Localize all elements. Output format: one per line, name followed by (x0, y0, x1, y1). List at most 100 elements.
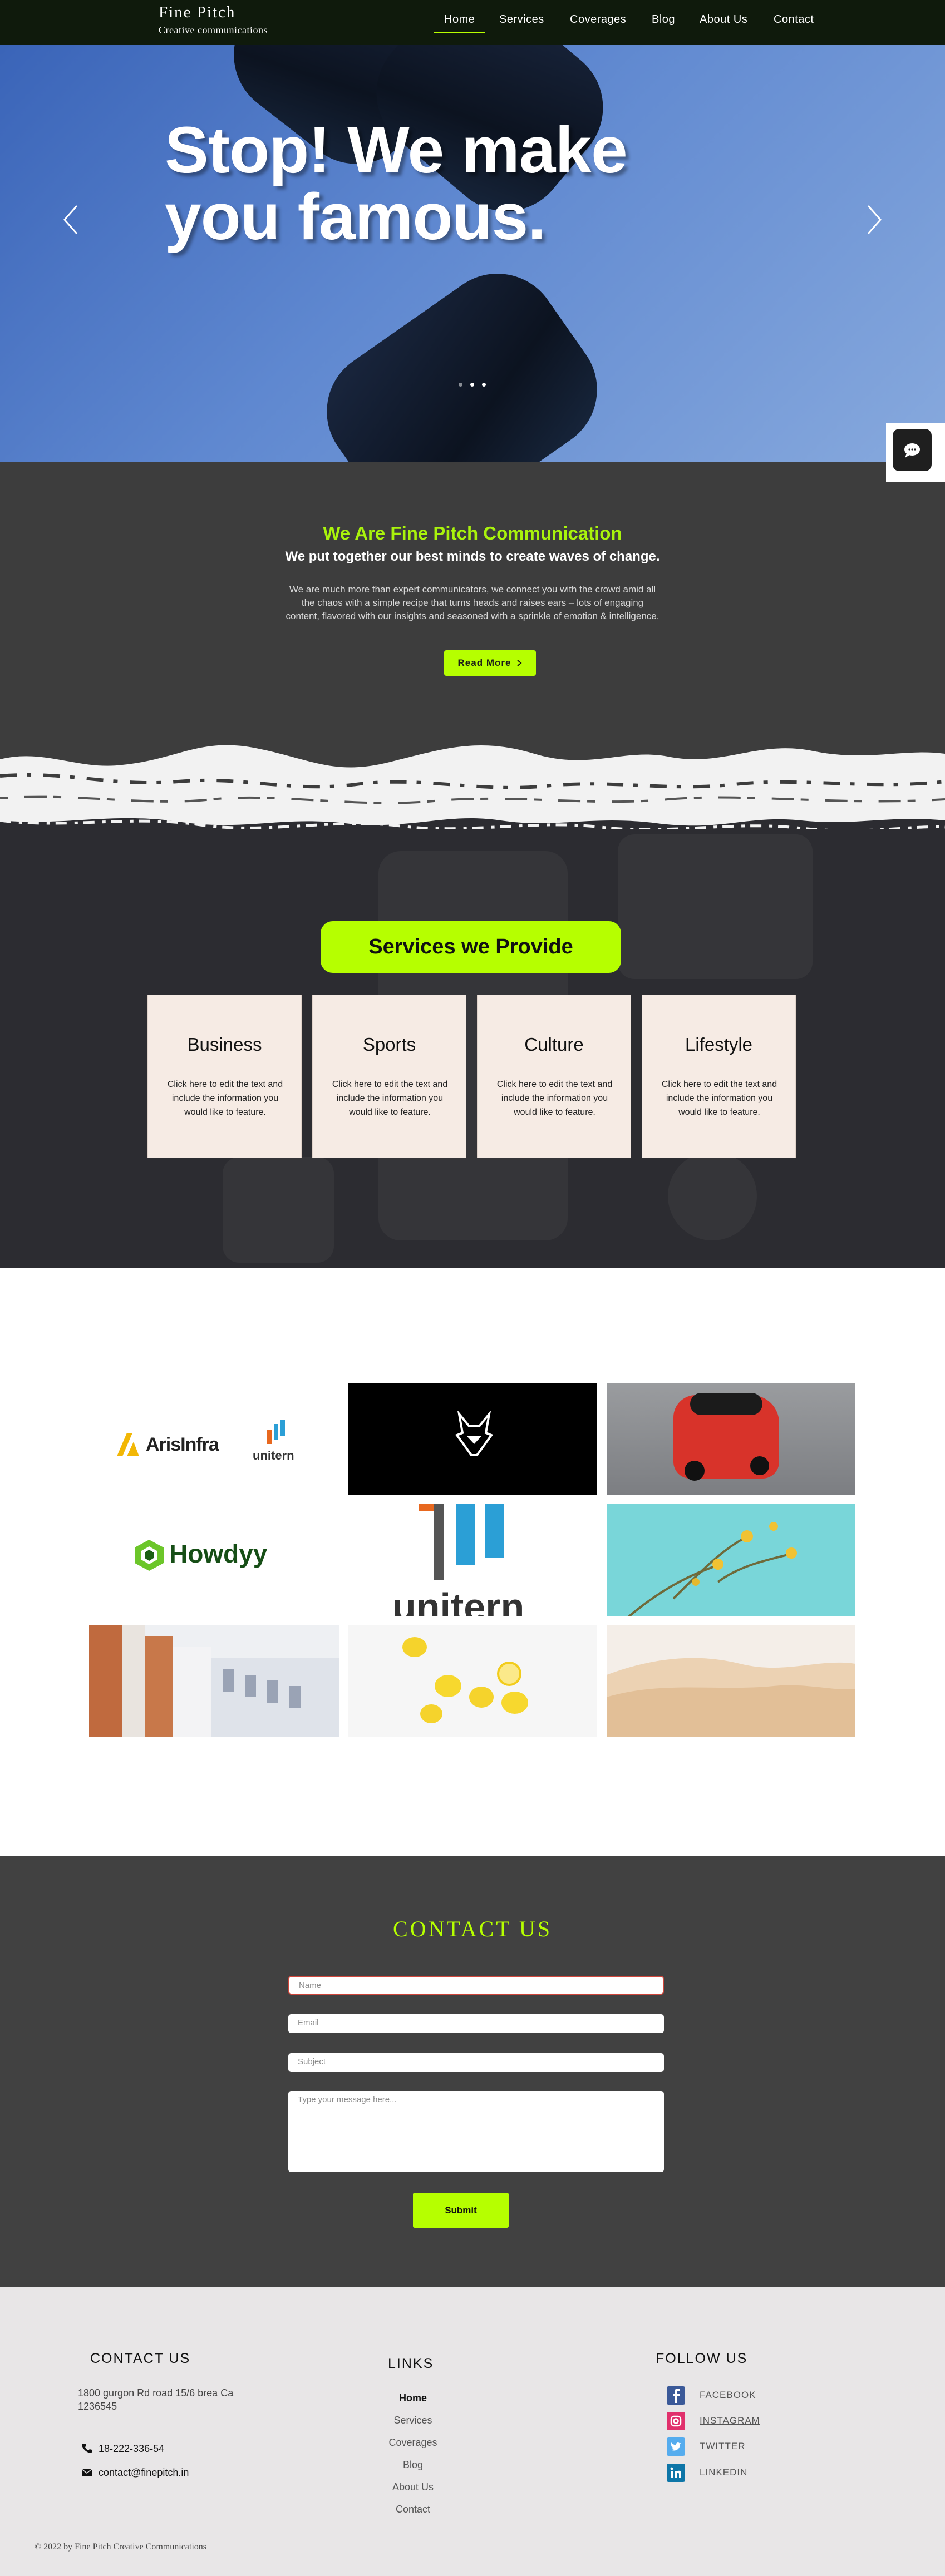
linkedin-link[interactable]: LINKEDIN (700, 2467, 747, 2478)
chevron-left-icon[interactable] (56, 195, 83, 245)
gallery-building-photo[interactable] (89, 1625, 339, 1737)
nav-services[interactable]: Services (499, 13, 544, 26)
twitter-link[interactable]: TWITTER (700, 2441, 746, 2452)
gallery-logos-arisinfra-unitern[interactable]: ArisInfra unitern (89, 1383, 339, 1495)
read-more-button[interactable]: Read More (444, 650, 536, 676)
mail-icon (81, 2469, 92, 2476)
footer-email[interactable]: contact@finepitch.in (99, 2466, 189, 2479)
read-more-label: Read More (457, 657, 511, 668)
unitern-logo-text-small: unitern (253, 1448, 294, 1462)
hero-bottom-strip (0, 462, 945, 483)
footer-link-blog[interactable]: Blog (368, 2459, 457, 2471)
footer-link-contact[interactable]: Contact (368, 2504, 457, 2515)
facebook-icon[interactable] (667, 2386, 685, 2405)
wave-divider (0, 737, 945, 837)
hero-title: Stop! We make you famous. (165, 117, 721, 250)
desert-illustration (607, 1658, 855, 1737)
site-header: Fine Pitch Creative communications Home … (0, 0, 945, 45)
howdyy-logo-mark (135, 1540, 164, 1571)
flowers-illustration (628, 1522, 797, 1616)
service-card-text: Click here to edit the text and include … (332, 1080, 448, 1117)
service-card-business[interactable]: Business Click here to edit the text and… (147, 995, 302, 1158)
nav-blog[interactable]: Blog (652, 13, 675, 26)
phone-icon (82, 2444, 92, 2453)
footer-address: 1800 gurgon Rd road 15/6 brea Ca 1236545 (78, 2387, 234, 2412)
nav-active-indicator (434, 32, 485, 33)
instagram-link[interactable]: INSTAGRAM (700, 2415, 760, 2426)
footer-link-coverages[interactable]: Coverages (368, 2437, 457, 2449)
about-subtitle: We put together our best minds to create… (285, 549, 660, 564)
service-card-culture[interactable]: Culture Click here to edit the text and … (477, 995, 631, 1158)
background-tile-shape (618, 834, 813, 979)
instagram-icon[interactable] (667, 2412, 685, 2430)
gallery-flowers-photo[interactable] (607, 1504, 855, 1616)
arisinfra-logo-text: ArisInfra (146, 1434, 219, 1455)
hero-title-line2: you famous. (165, 180, 546, 254)
nav-home[interactable]: Home (444, 13, 475, 26)
service-card-lifestyle[interactable]: Lifestyle Click here to edit the text an… (642, 995, 796, 1158)
service-card-title: Sports (362, 1034, 416, 1055)
footer-link-home[interactable]: Home (368, 2392, 457, 2404)
service-card-title: Lifestyle (685, 1034, 753, 1055)
service-card-text: Click here to edit the text and include … (661, 1080, 777, 1117)
building-illustration (89, 1625, 339, 1737)
chat-icon (904, 443, 920, 458)
slide-dot-1[interactable] (459, 383, 462, 387)
car-wheel (685, 1461, 705, 1481)
gallery-unitern-logo[interactable]: unitern (348, 1504, 597, 1616)
hero-shape-lower (303, 249, 621, 462)
copyright: © 2022 by Fine Pitch Creative Communicat… (35, 2542, 207, 2552)
services-title: Services we Provide (321, 921, 621, 973)
unitern-logo-mark (267, 1420, 285, 1444)
twitter-icon[interactable] (667, 2437, 685, 2456)
nav-about-us[interactable]: About Us (700, 13, 747, 26)
gallery-desert-photo[interactable] (607, 1625, 855, 1737)
linkedin-icon[interactable] (667, 2464, 685, 2482)
contact-title: CONTACT US (392, 1916, 553, 1941)
chevron-right-small-icon (517, 660, 523, 666)
about-body: We are much more than expert communicato… (286, 584, 659, 621)
slide-dot-3[interactable] (482, 383, 486, 387)
service-card-text: Click here to edit the text and include … (496, 1080, 613, 1117)
nav-contact[interactable]: Contact (774, 13, 814, 26)
about-title: We Are Fine Pitch Communication (323, 523, 622, 543)
email-field[interactable]: Email (288, 2014, 664, 2033)
hero-title-line1: Stop! We make (165, 113, 628, 187)
name-field[interactable]: Name (288, 1976, 664, 1995)
brand-tagline: Creative communications (159, 24, 268, 36)
background-circle-shape (668, 1151, 757, 1240)
site-footer (0, 2287, 945, 2576)
chevron-right-icon[interactable] (862, 195, 889, 245)
footer-phone[interactable]: 18-222-336-54 (99, 2442, 164, 2455)
footer-follow-heading: FOLLOW US (656, 2351, 748, 2366)
nav-coverages[interactable]: Coverages (570, 13, 626, 26)
gallery-fox-logo[interactable] (348, 1383, 597, 1495)
arisinfra-logo-mark (117, 1433, 139, 1456)
gallery-lemons-photo[interactable] (348, 1625, 597, 1737)
footer-link-services[interactable]: Services (368, 2415, 457, 2426)
footer-contact-heading: CONTACT US (90, 2351, 191, 2366)
chat-button[interactable] (893, 429, 932, 471)
background-play-shape (223, 1157, 334, 1263)
service-card-title: Culture (524, 1034, 584, 1055)
facebook-link[interactable]: FACEBOOK (700, 2390, 756, 2401)
footer-links-heading: LINKS (388, 2356, 434, 2371)
gallery-howdyy-logo[interactable]: Howdyy (89, 1504, 339, 1616)
fox-logo-icon (455, 1411, 494, 1456)
message-field[interactable]: Type your message here... (288, 2091, 664, 2172)
unitern-logo-text-large: unitern (392, 1585, 525, 1616)
footer-link-about-us[interactable]: About Us (368, 2481, 457, 2493)
service-card-sports[interactable]: Sports Click here to edit the text and i… (312, 995, 466, 1158)
brand-name[interactable]: Fine Pitch (159, 3, 235, 22)
howdyy-logo-text: Howdyy (169, 1539, 268, 1568)
lemons-illustration (402, 1637, 528, 1723)
service-card-title: Business (187, 1034, 262, 1055)
subject-field[interactable]: Subject (288, 2053, 664, 2072)
slide-dot-2[interactable] (470, 383, 474, 387)
submit-button[interactable]: Submit (413, 2193, 509, 2228)
gallery-red-car-photo[interactable] (607, 1383, 855, 1495)
services-section (0, 829, 945, 1268)
car-roof (690, 1393, 762, 1415)
unitern-logo-mark-large (419, 1504, 504, 1580)
service-card-text: Click here to edit the text and include … (167, 1080, 283, 1117)
